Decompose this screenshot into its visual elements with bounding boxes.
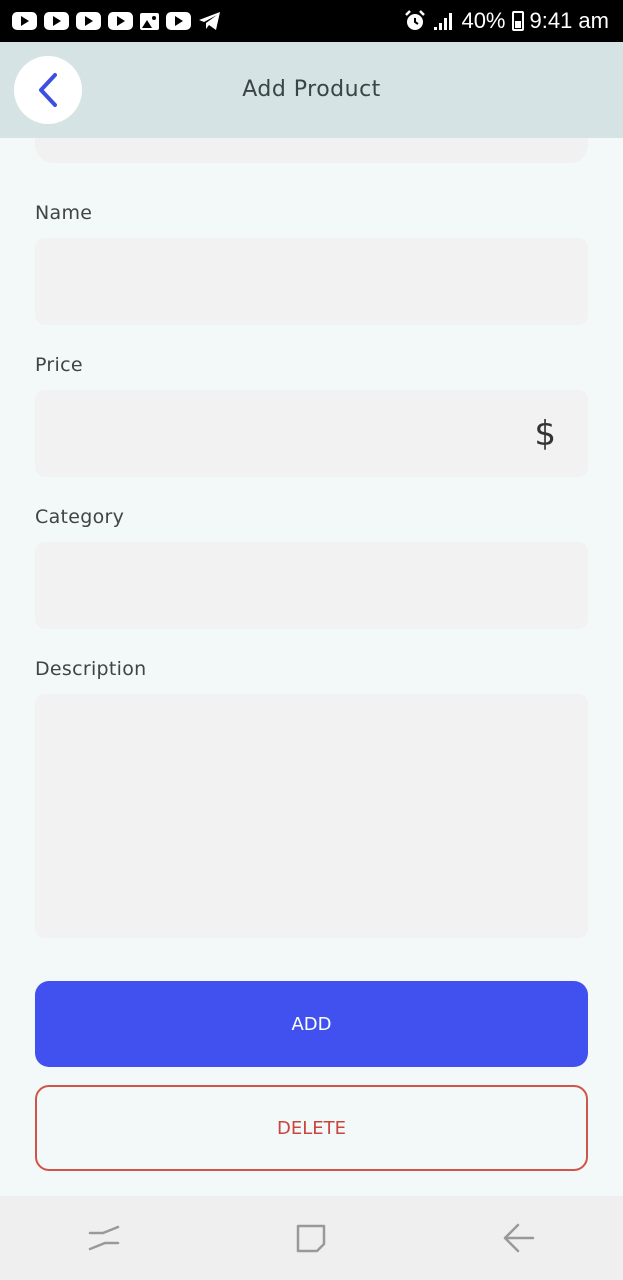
dollar-icon: $ [534, 413, 556, 454]
home-button[interactable] [281, 1208, 341, 1268]
category-input[interactable] [35, 542, 588, 629]
back-arrow-icon [503, 1223, 535, 1253]
add-button[interactable]: ADD [35, 981, 588, 1067]
chevron-left-icon [39, 73, 57, 107]
form-content: Name Price $ Category Description ADD DE… [0, 138, 623, 1196]
status-bar: 40% 9:41 am [0, 0, 623, 42]
category-label: Category [35, 506, 125, 528]
price-input[interactable]: $ [35, 390, 588, 477]
telegram-icon [199, 12, 220, 30]
signal-icon [434, 13, 453, 30]
description-input[interactable] [35, 694, 588, 938]
name-input[interactable] [35, 238, 588, 325]
description-label: Description [35, 658, 147, 680]
gallery-icon [140, 12, 159, 30]
youtube-icon [12, 12, 37, 30]
back-button[interactable] [14, 56, 82, 124]
system-status: 40% 9:41 am [403, 8, 609, 34]
image-field[interactable] [35, 138, 588, 163]
clock: 9:41 am [529, 8, 610, 33]
app-bar: Add Product [0, 42, 623, 138]
battery-icon [511, 11, 524, 31]
battery-percent: 40% [461, 8, 506, 33]
notification-icons [12, 11, 222, 31]
system-nav-bar [0, 1196, 623, 1280]
delete-button[interactable]: DELETE [35, 1085, 588, 1171]
recent-apps-icon [88, 1225, 120, 1251]
back-nav-button[interactable] [489, 1208, 549, 1268]
youtube-icon [76, 12, 101, 30]
page-title: Add Product [242, 77, 381, 102]
name-label: Name [35, 202, 93, 224]
alarm-icon [405, 10, 426, 30]
price-label: Price [35, 354, 83, 376]
recent-apps-button[interactable] [74, 1208, 134, 1268]
youtube-icon [166, 12, 191, 30]
home-icon [297, 1224, 326, 1253]
youtube-icon [108, 12, 133, 30]
youtube-icon [44, 12, 69, 30]
